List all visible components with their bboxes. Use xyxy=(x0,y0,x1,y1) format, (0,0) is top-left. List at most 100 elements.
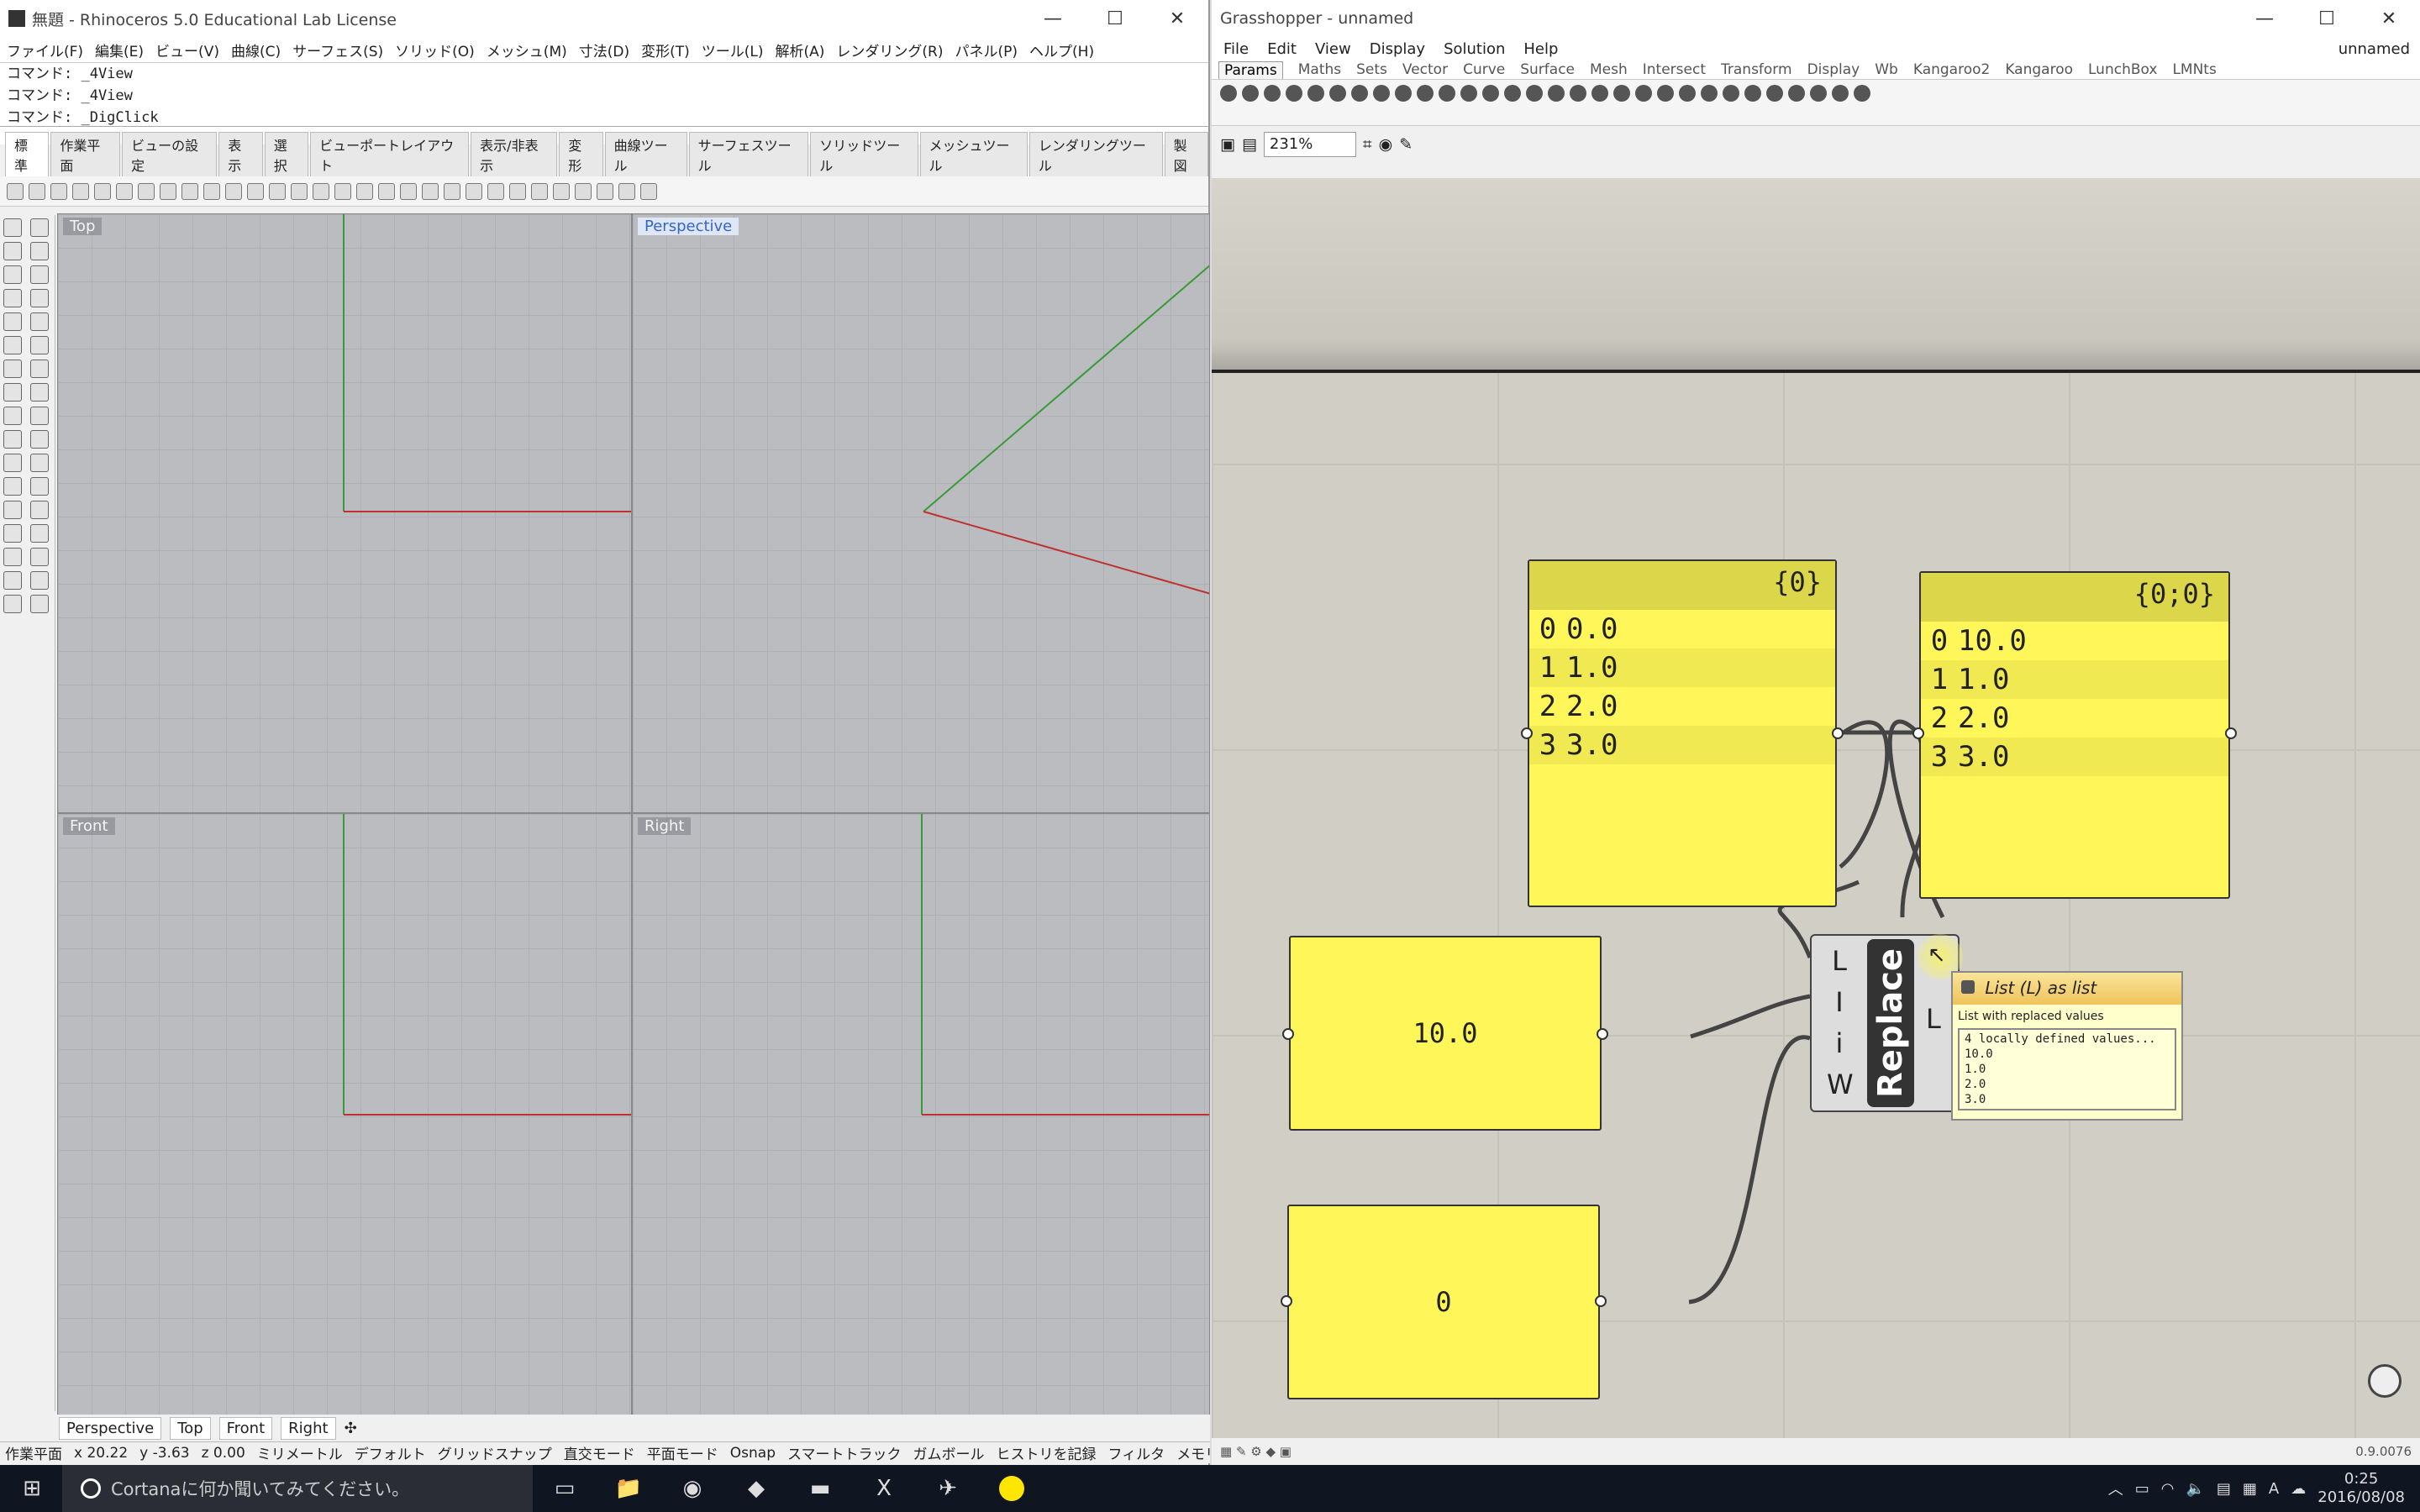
offset-icon[interactable] xyxy=(30,524,49,543)
component-icon[interactable] xyxy=(1460,85,1477,102)
save-file-icon[interactable]: ▤ xyxy=(1242,135,1257,154)
status-layer[interactable]: デフォルト xyxy=(355,1442,426,1463)
new-icon[interactable] xyxy=(7,182,24,200)
gh-canvas[interactable]: {0} 0 0.0 1 1.0 2 2.0 3 3.0 {0;0} 0 10.0 1 1.0… xyxy=(1212,178,2420,1438)
footer-widgets-icon[interactable]: ▦ ✎ ⚙ ◆ ▣ xyxy=(1220,1444,1292,1459)
battery-icon[interactable]: ▭ xyxy=(2135,1480,2149,1498)
component-icon[interactable] xyxy=(1701,85,1718,102)
viewport-right[interactable]: Right xyxy=(632,813,1210,1416)
component-icon[interactable] xyxy=(1439,85,1455,102)
vp-tab-perspective[interactable]: Perspective xyxy=(59,1416,162,1440)
status-ortho[interactable]: 直交モード xyxy=(564,1442,635,1463)
component-icon[interactable] xyxy=(1307,85,1324,102)
polygon-icon[interactable] xyxy=(3,312,22,331)
component-icon[interactable] xyxy=(1417,85,1434,102)
minimize-button[interactable]: — xyxy=(1022,8,1084,29)
check-icon[interactable] xyxy=(3,595,22,613)
tab-surface-tools[interactable]: サーフェスツール xyxy=(688,132,809,176)
gh-tab-intersect[interactable]: Intersect xyxy=(1643,61,1706,78)
gh-tab-display[interactable]: Display xyxy=(1807,61,1860,78)
tab-mesh-tools[interactable]: メッシュツール xyxy=(919,132,1028,176)
panel-value-10[interactable]: 10.0 xyxy=(1289,936,1602,1131)
menu-panels[interactable]: パネル(P) xyxy=(955,39,1018,60)
status-cplane[interactable]: 作業平面 xyxy=(5,1442,62,1463)
cortana-search[interactable]: Cortanaに何か聞いてみてください。 xyxy=(62,1465,533,1512)
chrome-icon[interactable]: ◉ xyxy=(660,1465,724,1512)
polyline-icon[interactable] xyxy=(3,242,22,260)
rectangle-icon[interactable] xyxy=(30,289,49,307)
component-icon[interactable] xyxy=(1744,85,1761,102)
menu-solid[interactable]: ソリッド(O) xyxy=(395,39,475,60)
preview-eye-icon[interactable]: ◉ xyxy=(1379,135,1393,154)
volume-icon[interactable]: 🔈 xyxy=(2186,1480,2204,1498)
component-icon[interactable] xyxy=(1548,85,1565,102)
component-icon[interactable] xyxy=(1657,85,1674,102)
gh-tab-sets[interactable]: Sets xyxy=(1356,61,1387,78)
component-icon[interactable] xyxy=(1613,85,1630,102)
render-sphere-icon[interactable] xyxy=(531,182,548,200)
input-L[interactable]: L xyxy=(1827,941,1852,982)
menu-surface[interactable]: サーフェス(S) xyxy=(292,39,383,60)
surface-icon[interactable] xyxy=(3,336,22,354)
gh-tab-params[interactable]: Params xyxy=(1218,60,1283,79)
undo-icon[interactable] xyxy=(182,182,198,200)
app-icon[interactable]: ◆ xyxy=(724,1465,788,1512)
viewport-perspective[interactable]: Perspective xyxy=(632,213,1210,813)
gh-tab-curve[interactable]: Curve xyxy=(1463,61,1505,78)
file-explorer-icon[interactable]: 📁 xyxy=(597,1465,660,1512)
tab-display[interactable]: 表示 xyxy=(218,132,263,176)
import-icon[interactable] xyxy=(94,182,111,200)
open-file-icon[interactable]: ▣ xyxy=(1220,135,1235,154)
rhino-icon[interactable]: ✈ xyxy=(916,1465,980,1512)
component-icon[interactable] xyxy=(1679,85,1696,102)
gh-menu-display[interactable]: Display xyxy=(1370,40,1425,58)
zoom-extents-icon[interactable]: ⌗ xyxy=(1363,135,1372,154)
tab-transform[interactable]: 変形 xyxy=(559,132,603,176)
keyboard-icon[interactable]: ▦ xyxy=(2243,1480,2257,1498)
curve-icon[interactable] xyxy=(30,242,49,260)
gh-tab-mesh[interactable]: Mesh xyxy=(1590,61,1628,78)
status-osnap[interactable]: Osnap xyxy=(730,1445,776,1462)
open-icon[interactable] xyxy=(29,182,45,200)
paste-icon[interactable] xyxy=(160,182,176,200)
output-L[interactable]: L xyxy=(1926,1003,1941,1035)
cylinder-icon[interactable] xyxy=(3,383,22,402)
component-icon[interactable] xyxy=(1373,85,1390,102)
options-icon[interactable] xyxy=(597,182,613,200)
gh-tab-wb[interactable]: Wb xyxy=(1875,61,1898,78)
gh-menu-file[interactable]: File xyxy=(1223,40,1249,58)
mirror-icon[interactable] xyxy=(30,501,49,519)
tab-solid-tools[interactable]: ソリッドツール xyxy=(810,132,918,176)
save-icon[interactable] xyxy=(50,182,67,200)
notification-icon[interactable]: ▤ xyxy=(2217,1480,2231,1498)
component-icon[interactable] xyxy=(1788,85,1805,102)
gh-menu-help[interactable]: Help xyxy=(1523,40,1558,58)
tab-render-tools[interactable]: レンダリングツール xyxy=(1028,132,1163,176)
panel-value-0[interactable]: 0 xyxy=(1287,1205,1600,1399)
boolean-icon[interactable] xyxy=(3,407,22,425)
maximize-button[interactable]: ☐ xyxy=(1084,8,1146,29)
status-record-history[interactable]: ヒストリを記録 xyxy=(997,1442,1097,1463)
copy-icon[interactable] xyxy=(138,182,155,200)
panel-output-grip[interactable] xyxy=(1597,1028,1608,1040)
cplane-icon[interactable] xyxy=(378,182,395,200)
zoom-dropdown[interactable]: 231% xyxy=(1263,132,1356,157)
menu-render[interactable]: レンダリング(R) xyxy=(836,39,943,60)
component-icon[interactable] xyxy=(1504,85,1521,102)
panel-input-grip[interactable] xyxy=(1282,1028,1294,1040)
component-icon[interactable] xyxy=(1526,85,1543,102)
layer-icon[interactable] xyxy=(466,182,482,200)
tab-select[interactable]: 選択 xyxy=(264,132,309,176)
undo-view-icon[interactable] xyxy=(334,182,351,200)
component-icon[interactable] xyxy=(1854,85,1870,102)
rotate-view-icon[interactable] xyxy=(225,182,242,200)
menu-help[interactable]: ヘルプ(H) xyxy=(1029,39,1094,60)
gh-minimize-button[interactable]: — xyxy=(2233,8,2296,29)
circle-icon[interactable] xyxy=(3,265,22,284)
menu-analyze[interactable]: 解析(A) xyxy=(776,39,825,60)
vp-tab-right[interactable]: Right xyxy=(281,1416,336,1440)
status-gumball[interactable]: ガムボール xyxy=(913,1442,985,1463)
gh-tab-kangaroo2[interactable]: Kangaroo2 xyxy=(1913,61,1990,78)
wifi-icon[interactable]: ◠ xyxy=(2161,1480,2175,1498)
component-icon[interactable] xyxy=(1766,85,1783,102)
